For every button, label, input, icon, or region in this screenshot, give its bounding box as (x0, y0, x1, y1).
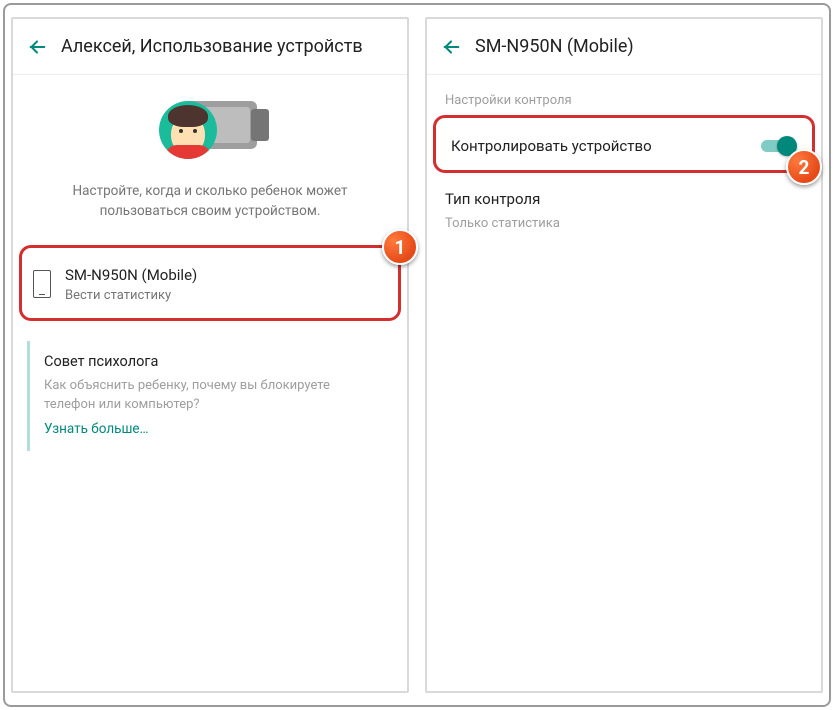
child-avatar-icon (159, 101, 217, 159)
page-title: Алексей, Использование устройств (61, 36, 363, 57)
left-screen: Алексей, Использование устройств Настрой… (11, 17, 409, 693)
back-arrow-icon[interactable] (439, 35, 463, 59)
tip-title: Совет психолога (44, 353, 379, 370)
control-device-label: Контролировать устройство (451, 137, 761, 155)
header-right: SM-N950N (Mobile) (427, 19, 821, 75)
psychologist-tip-card: Совет психолога Как объяснить ребенку, п… (27, 341, 393, 451)
hero-description: Настройте, когда и сколько ребенок может… (29, 177, 391, 232)
section-label: Настройки контроля (427, 75, 821, 116)
device-status-label: Вести статистику (65, 288, 389, 303)
device-list-item[interactable]: SM-N950N (Mobile) Вести статистику (19, 252, 401, 317)
header-left: Алексей, Использование устройств (13, 19, 407, 75)
device-name-label: SM-N950N (Mobile) (65, 266, 389, 284)
page-title: SM-N950N (Mobile) (475, 36, 634, 57)
back-arrow-icon[interactable] (25, 35, 49, 59)
tip-learn-more-link[interactable]: Узнать больше… (44, 421, 379, 437)
tip-body: Как объяснить ребенку, почему вы блокиру… (44, 376, 379, 415)
phone-icon (33, 270, 51, 298)
control-type-title: Тип контроля (445, 190, 803, 208)
hero-illustration (155, 93, 265, 163)
control-type-value: Только статистика (445, 216, 803, 231)
control-device-switch[interactable] (761, 136, 797, 156)
hero-section: Настройте, когда и сколько ребенок может… (13, 75, 407, 240)
control-device-row[interactable]: Контролировать устройство (437, 120, 811, 172)
right-screen: SM-N950N (Mobile) Настройки контроля Кон… (425, 17, 823, 693)
control-type-row[interactable]: Тип контроля Только статистика (427, 172, 821, 235)
